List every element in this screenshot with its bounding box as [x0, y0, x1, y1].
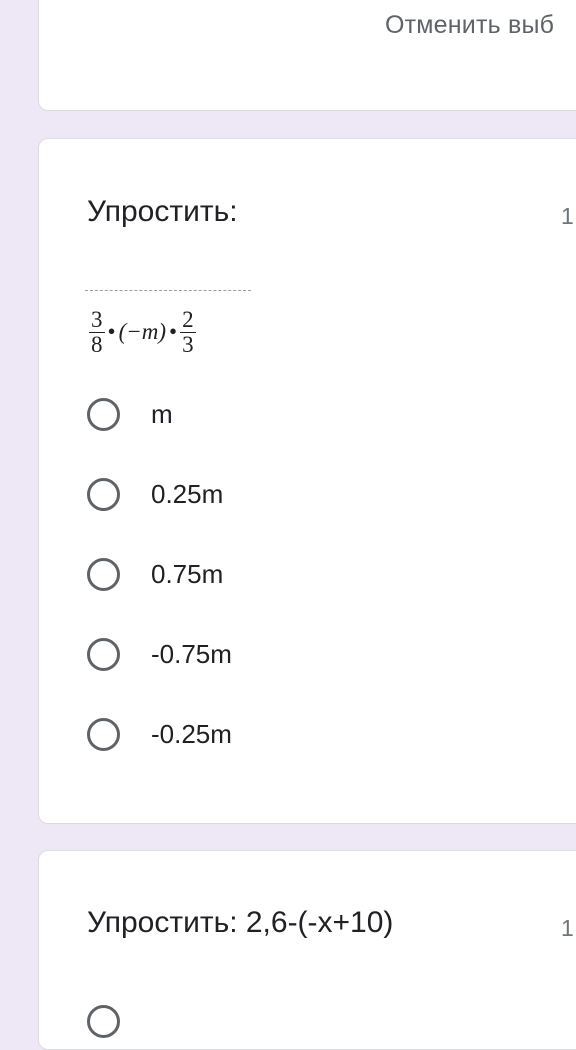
question-points: 1: [561, 915, 574, 941]
multiply-dot: •: [169, 319, 178, 344]
fraction-denominator: 8: [91, 331, 103, 357]
question-points: 1: [561, 203, 574, 229]
answer-option-label: -0.25m: [151, 719, 232, 749]
fraction-two-thirds: 2 3: [180, 306, 196, 357]
question-title: Упростить:: [87, 195, 238, 228]
answer-option[interactable]: -0.25m: [87, 714, 232, 794]
answer-option[interactable]: 0.25m: [87, 474, 232, 554]
negative-m-term: (−m): [118, 319, 167, 344]
question-title: Упростить: 2,6-(-x+10): [87, 906, 394, 939]
formula: 3 8 • (−m) • 2 3: [89, 300, 196, 364]
answer-option[interactable]: -0.75m: [87, 634, 232, 714]
radio-unchecked-icon[interactable]: [87, 1005, 120, 1038]
multiply-dot: •: [107, 319, 116, 344]
radio-unchecked-icon[interactable]: [87, 638, 120, 671]
fraction-denominator: 3: [182, 331, 194, 357]
answer-option[interactable]: m: [87, 394, 232, 474]
answer-options: m 0.25m 0.75m -0.75m -0.25m: [87, 394, 232, 794]
answer-option-label: m: [151, 399, 173, 429]
radio-unchecked-icon[interactable]: [87, 398, 120, 431]
previous-question-card: Отменить выб: [38, 0, 576, 111]
answer-option-label: 0.75m: [151, 559, 224, 589]
question-formula-image: 3 8 • (−m) • 2 3: [85, 290, 251, 368]
question-card: Упростить: 1 3 8 • (−m) • 2 3 m 0.25m 0.…: [38, 138, 576, 824]
fraction-numerator: 3: [89, 306, 105, 333]
answer-option[interactable]: 0.75m: [87, 554, 232, 634]
question-card: Упростить: 2,6-(-x+10) 1: [38, 850, 576, 1050]
radio-unchecked-icon[interactable]: [87, 478, 120, 511]
answer-option-label: -0.75m: [151, 639, 232, 669]
fraction-three-eighths: 3 8: [89, 306, 105, 357]
image-dashed-border: [85, 290, 251, 291]
answer-option-label: 0.25m: [151, 479, 224, 509]
radio-unchecked-icon[interactable]: [87, 558, 120, 591]
radio-unchecked-icon[interactable]: [87, 718, 120, 751]
clear-selection-button[interactable]: Отменить выб: [385, 11, 554, 40]
fraction-numerator: 2: [180, 306, 196, 333]
